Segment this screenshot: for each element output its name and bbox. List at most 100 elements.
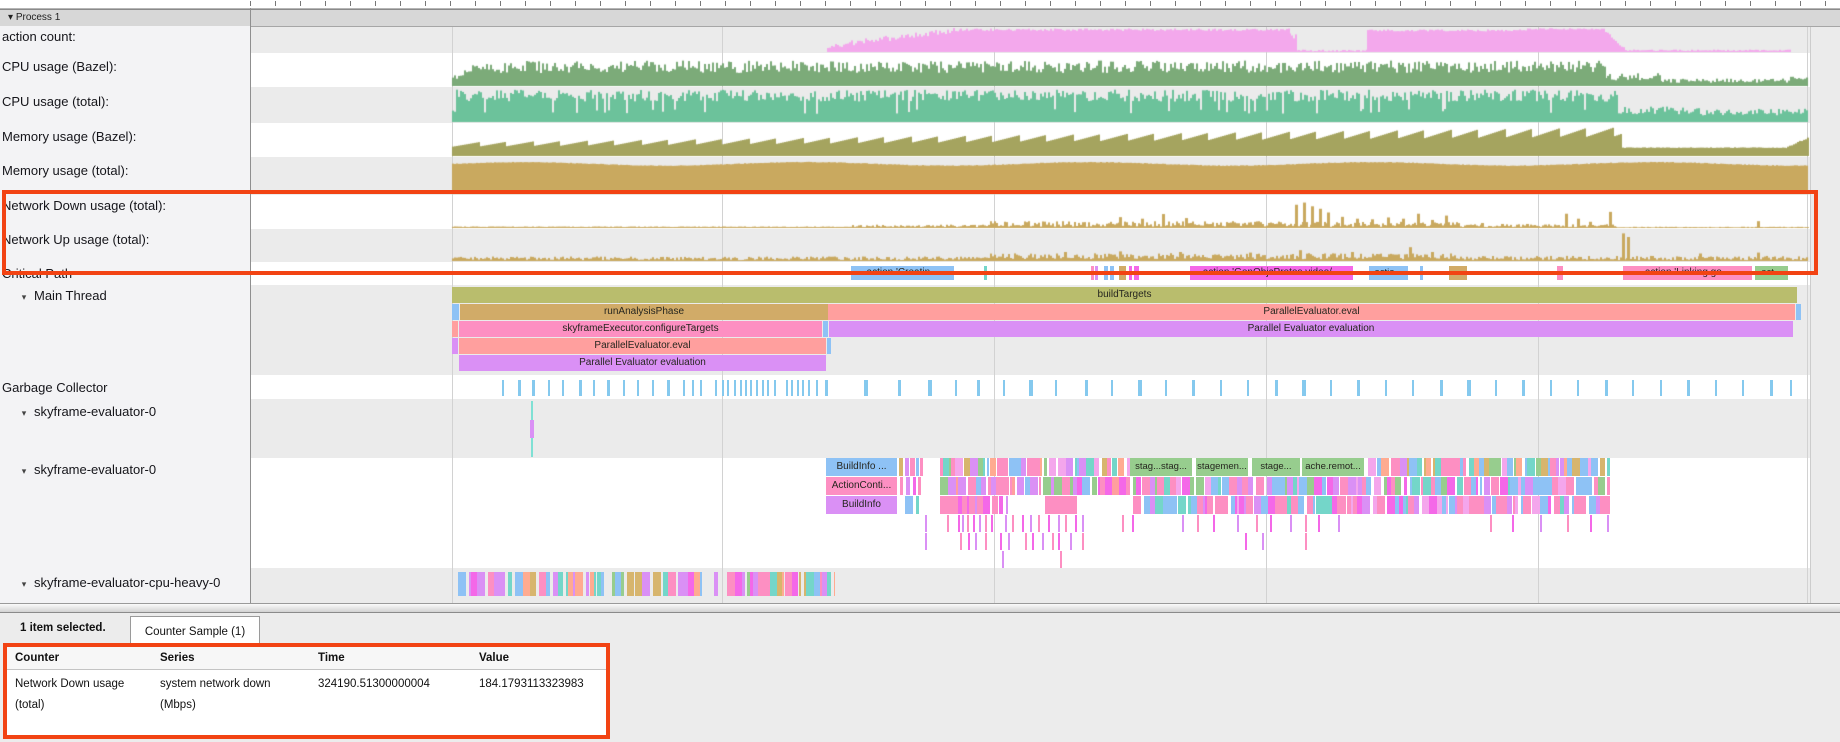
dense-trace-slice[interactable] (1607, 458, 1610, 476)
dense-trace-slice[interactable] (1412, 477, 1420, 495)
dense-trace-slice[interactable] (1278, 477, 1285, 495)
dense-trace-slice[interactable] (653, 572, 661, 596)
dense-trace-slice[interactable] (1079, 458, 1086, 476)
drip-slice[interactable] (1025, 533, 1027, 550)
drip-slice[interactable] (1065, 515, 1067, 532)
dense-trace-slice[interactable] (1541, 458, 1548, 476)
gc-pause-tick[interactable] (1770, 380, 1773, 396)
dense-trace-slice[interactable] (1112, 477, 1119, 495)
dense-trace-slice[interactable] (1027, 458, 1034, 476)
gc-pause-tick[interactable] (1440, 380, 1443, 396)
trace-slice-action-linking-go[interactable]: action 'Linking go... (1623, 266, 1752, 280)
dense-trace-slice[interactable] (1548, 496, 1551, 514)
dense-trace-slice[interactable] (1340, 496, 1346, 514)
gc-pause-tick[interactable] (548, 380, 550, 396)
dense-trace-slice[interactable] (499, 572, 505, 596)
drip-slice[interactable] (1540, 515, 1542, 532)
evaluator-slice-thin[interactable] (530, 420, 534, 438)
dense-trace-slice[interactable] (1532, 496, 1540, 514)
gc-pause-tick[interactable] (786, 380, 788, 396)
dense-trace-slice[interactable] (1030, 477, 1038, 495)
dense-trace-slice[interactable] (1246, 496, 1253, 514)
drip-slice[interactable] (962, 515, 964, 532)
evaluator-slice[interactable] (920, 458, 923, 476)
dense-trace-slice[interactable] (1480, 477, 1482, 495)
drip-slice[interactable] (1305, 533, 1307, 550)
dense-trace-slice[interactable] (1556, 458, 1559, 476)
drip-slice[interactable] (1213, 515, 1215, 532)
dense-trace-slice[interactable] (999, 496, 1003, 514)
drip-slice[interactable] (1512, 515, 1514, 532)
trace-slice-action-creatin[interactable]: action 'Creatin... (851, 266, 954, 280)
drip-slice[interactable] (1070, 533, 1072, 550)
drip-slice[interactable] (960, 533, 962, 550)
gc-pause-tick[interactable] (1302, 380, 1306, 396)
gc-pause-tick[interactable] (683, 380, 685, 396)
dense-trace-slice[interactable] (1119, 477, 1126, 495)
drip-slice[interactable] (1030, 515, 1032, 532)
dense-trace-slice[interactable] (1422, 496, 1429, 514)
dense-trace-slice[interactable] (1566, 477, 1574, 495)
dense-trace-slice[interactable] (1044, 458, 1047, 476)
dense-trace-slice[interactable] (742, 572, 745, 596)
dense-trace-slice[interactable] (1066, 458, 1073, 476)
dense-trace-slice[interactable] (1600, 458, 1605, 476)
dense-trace-slice[interactable] (1094, 458, 1099, 476)
dense-trace-slice[interactable] (806, 572, 814, 596)
drip-slice[interactable] (1338, 515, 1340, 532)
gc-pause-tick[interactable] (607, 380, 610, 396)
trace-slice-skyframeexecutor-configuretargets[interactable]: skyframeExecutor.configureTargets (459, 321, 822, 337)
dense-trace-slice[interactable] (1464, 477, 1471, 495)
critical-path-slice[interactable] (1091, 266, 1094, 280)
dense-trace-slice[interactable] (1324, 496, 1332, 514)
gc-pause-tick[interactable] (1003, 380, 1005, 396)
dense-trace-slice[interactable] (827, 572, 831, 596)
drip-slice[interactable] (1075, 515, 1077, 532)
critical-path-slice[interactable] (1557, 266, 1563, 280)
dense-trace-slice[interactable] (1221, 496, 1228, 514)
gc-pause-tick[interactable] (1790, 380, 1792, 396)
drip-slice[interactable] (1032, 533, 1034, 550)
dense-trace-slice[interactable] (1082, 477, 1090, 495)
drip-slice[interactable] (925, 515, 927, 532)
dense-trace-slice[interactable] (1118, 458, 1124, 476)
drip-slice[interactable] (1237, 515, 1239, 532)
drip-slice[interactable] (1270, 515, 1272, 532)
dense-trace-slice[interactable] (1491, 477, 1499, 495)
critical-path-slice[interactable] (1134, 266, 1139, 280)
dense-trace-slice[interactable] (1452, 458, 1460, 476)
trace-slice-parallelevaluator-eval[interactable]: ParallelEvaluator.eval (828, 304, 1795, 320)
drip-slice[interactable] (1042, 533, 1044, 550)
drip-slice[interactable] (1082, 515, 1084, 532)
critical-path-slice[interactable] (1104, 266, 1108, 280)
gc-pause-tick[interactable] (1111, 380, 1113, 396)
dense-trace-slice[interactable] (983, 496, 990, 514)
gc-pause-tick[interactable] (1687, 380, 1690, 396)
gc-pause-tick[interactable] (1275, 380, 1278, 396)
dense-trace-slice[interactable] (770, 572, 777, 596)
dense-trace-slice[interactable] (1260, 477, 1264, 495)
gc-pause-tick[interactable] (715, 380, 717, 396)
dense-trace-slice[interactable] (1395, 477, 1401, 495)
gc-pause-tick[interactable] (767, 380, 769, 396)
dense-trace-slice[interactable] (735, 572, 742, 596)
dense-trace-slice[interactable] (530, 572, 536, 596)
dense-trace-slice[interactable] (700, 572, 702, 596)
main-thread-slice[interactable] (452, 321, 458, 337)
main-thread-slice[interactable] (827, 338, 831, 354)
dense-trace-slice[interactable] (1495, 458, 1501, 476)
sidebar-item-skyframe-evaluator-cpu-heavy-0[interactable]: ▾skyframe-evaluator-cpu-heavy-0 (14, 575, 220, 590)
dense-trace-slice[interactable] (1142, 477, 1150, 495)
dense-trace-slice[interactable] (1092, 477, 1097, 495)
dense-trace-slice[interactable] (1248, 477, 1253, 495)
gc-pause-tick[interactable] (825, 380, 828, 396)
evaluator-slice[interactable] (916, 458, 919, 476)
gc-pause-tick[interactable] (774, 380, 776, 396)
main-thread-slice[interactable] (1796, 304, 1801, 320)
dense-trace-slice[interactable] (996, 496, 998, 514)
trace-slice-buildinfo[interactable]: BuildInfo ... (826, 458, 897, 476)
trace-slice-actionconti[interactable]: ActionConti... (826, 477, 897, 495)
drip-slice[interactable] (1132, 515, 1134, 532)
dense-trace-slice[interactable] (1374, 477, 1381, 495)
gc-pause-tick[interactable] (727, 380, 729, 396)
